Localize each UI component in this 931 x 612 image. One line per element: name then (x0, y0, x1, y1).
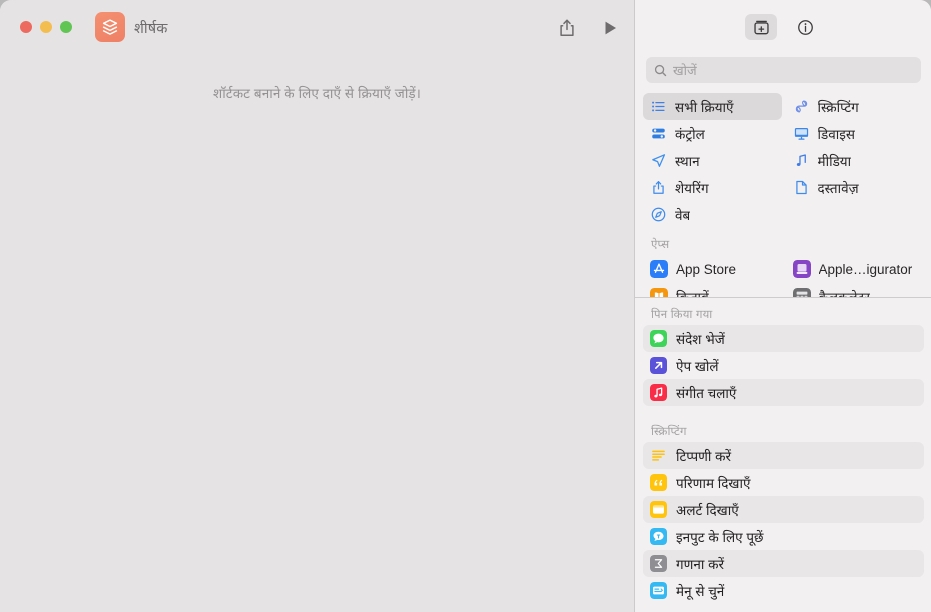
scripting-icon (793, 98, 810, 115)
shortcut-details-tab[interactable] (789, 14, 821, 40)
action-library-tab[interactable] (745, 14, 777, 40)
category-item[interactable]: स्क्रिप्टिंग (786, 93, 925, 120)
category-label: मीडिया (817, 153, 852, 169)
share-icon[interactable] (556, 17, 578, 39)
action-label: संगीत चलाएँ (676, 385, 737, 401)
category-label: दस्तावेज़ (817, 180, 859, 196)
empty-state-message: शॉर्टकट बनाने के लिए दाएँ से क्रियाएँ जो… (213, 86, 421, 101)
choose-from-menu-icon (650, 582, 667, 599)
category-label: कंट्रोल (675, 126, 705, 142)
search-input[interactable] (673, 62, 913, 78)
category-grid: सभी क्रियाएँ स्क्रिप्टिंग कंट्रोल डिवाइस… (643, 93, 924, 228)
action-row[interactable]: टिप्पणी करें (643, 442, 924, 469)
action-row[interactable]: अलर्ट दिखाएँ (643, 496, 924, 523)
search-icon (654, 64, 667, 77)
pinned-section-header: पिन किया गया (651, 309, 713, 321)
category-label: सभी क्रियाएँ (675, 99, 734, 115)
app-store-icon (650, 260, 668, 278)
app-label: Apple…igurator (818, 261, 913, 277)
traffic-lights (20, 21, 72, 33)
action-row[interactable]: संगीत चलाएँ (643, 379, 924, 406)
close-button[interactable] (20, 21, 32, 33)
display-icon (793, 125, 810, 142)
calculator-icon (792, 288, 811, 297)
category-item[interactable]: डिवाइस (786, 120, 925, 147)
app-label: किताबें (676, 288, 709, 297)
action-label: संदेश भेजें (676, 331, 725, 347)
share-up-icon (650, 179, 667, 196)
pinned-actions-list: संदेश भेजें ऐप खोलें संगीत चलाएँ (643, 325, 924, 406)
open-app-icon (650, 357, 667, 374)
category-item[interactable]: सभी क्रियाएँ (643, 93, 782, 120)
action-label: इनपुट के लिए पूछें (676, 529, 764, 545)
action-row[interactable]: संदेश भेजें (643, 325, 924, 352)
comment-icon (650, 447, 667, 464)
category-item[interactable]: दस्तावेज़ (786, 174, 925, 201)
location-arrow-icon (650, 152, 667, 169)
app-item[interactable]: App Store (643, 255, 782, 283)
app-label: कैलकुलेटर (819, 288, 870, 297)
category-label: स्थान (675, 153, 700, 169)
zoom-button[interactable] (60, 21, 72, 33)
music-note-icon (793, 152, 810, 169)
run-icon[interactable] (600, 18, 620, 38)
category-label: शेयरिंग (675, 180, 709, 196)
app-label: App Store (676, 261, 737, 277)
app-item[interactable]: किताबें (643, 283, 782, 297)
titlebar: शीर्षक (0, 0, 634, 52)
shortcuts-window: शीर्षक शॉर्टकट बनाने के लिए दाएँ से क्रि… (0, 0, 931, 612)
library-scrollbar[interactable] (925, 300, 929, 606)
category-item[interactable]: स्थान (643, 147, 782, 174)
music-app-icon (650, 384, 667, 401)
action-row[interactable]: इनपुट के लिए पूछें (643, 523, 924, 550)
apps-grid: App Store Apple…igurator किताबें (643, 255, 924, 297)
ask-for-input-icon (650, 528, 667, 545)
category-item[interactable]: वेब (643, 201, 782, 228)
category-item[interactable]: मीडिया (786, 147, 925, 174)
action-row[interactable]: गणना करें (643, 550, 924, 577)
action-label: गणना करें (676, 556, 724, 572)
search-field[interactable] (646, 57, 921, 83)
app-item[interactable]: कैलकुलेटर (786, 283, 925, 297)
action-label: परिणाम दिखाएँ (676, 475, 751, 491)
show-alert-icon (650, 501, 667, 518)
action-label: ऐप खोलें (676, 358, 719, 374)
shortcuts-app-icon (95, 12, 125, 42)
apple-configurator-icon (792, 260, 811, 278)
document-title[interactable]: शीर्षक (134, 18, 167, 38)
action-label: मेनू से चुनें (676, 583, 725, 599)
category-label: वेब (675, 207, 691, 223)
apps-section-header: ऐप्स (651, 239, 670, 251)
categories-panel[interactable]: सभी क्रियाएँ स्क्रिप्टिंग कंट्रोल डिवाइस… (635, 93, 931, 297)
actions-panel[interactable]: पिन किया गया संदेश भेजें ऐप खोलें संगीत … (635, 297, 931, 612)
category-item[interactable]: शेयरिंग (643, 174, 782, 201)
sliders-icon (650, 125, 667, 142)
compass-icon (650, 206, 667, 223)
action-row[interactable]: मेनू से चुनें (643, 577, 924, 604)
minimize-button[interactable] (40, 21, 52, 33)
list-bullet-icon (650, 98, 667, 115)
category-label: डिवाइस (817, 126, 855, 142)
shortcut-editor-pane: शीर्षक शॉर्टकट बनाने के लिए दाएँ से क्रि… (0, 0, 634, 612)
action-label: अलर्ट दिखाएँ (676, 502, 739, 518)
scripting-actions-list: टिप्पणी करें परिणाम दिखाएँ अलर्ट दिखाएँ … (643, 442, 924, 604)
library-tab-strip (635, 0, 931, 48)
category-item[interactable]: कंट्रोल (643, 120, 782, 147)
calculate-icon (650, 555, 667, 572)
scripting-section-header: स्क्रिप्टिंग (651, 426, 687, 438)
shortcut-canvas[interactable]: शॉर्टकट बनाने के लिए दाएँ से क्रियाएँ जो… (0, 52, 634, 612)
app-item[interactable]: Apple…igurator (786, 255, 925, 283)
action-row[interactable]: परिणाम दिखाएँ (643, 469, 924, 496)
show-result-icon (650, 474, 667, 491)
action-library-pane: सभी क्रियाएँ स्क्रिप्टिंग कंट्रोल डिवाइस… (634, 0, 931, 612)
action-label: टिप्पणी करें (676, 448, 732, 464)
category-label: स्क्रिप्टिंग (817, 99, 859, 115)
messages-icon (650, 330, 667, 347)
books-icon (650, 288, 668, 297)
document-page-icon (793, 179, 810, 196)
action-row[interactable]: ऐप खोलें (643, 352, 924, 379)
